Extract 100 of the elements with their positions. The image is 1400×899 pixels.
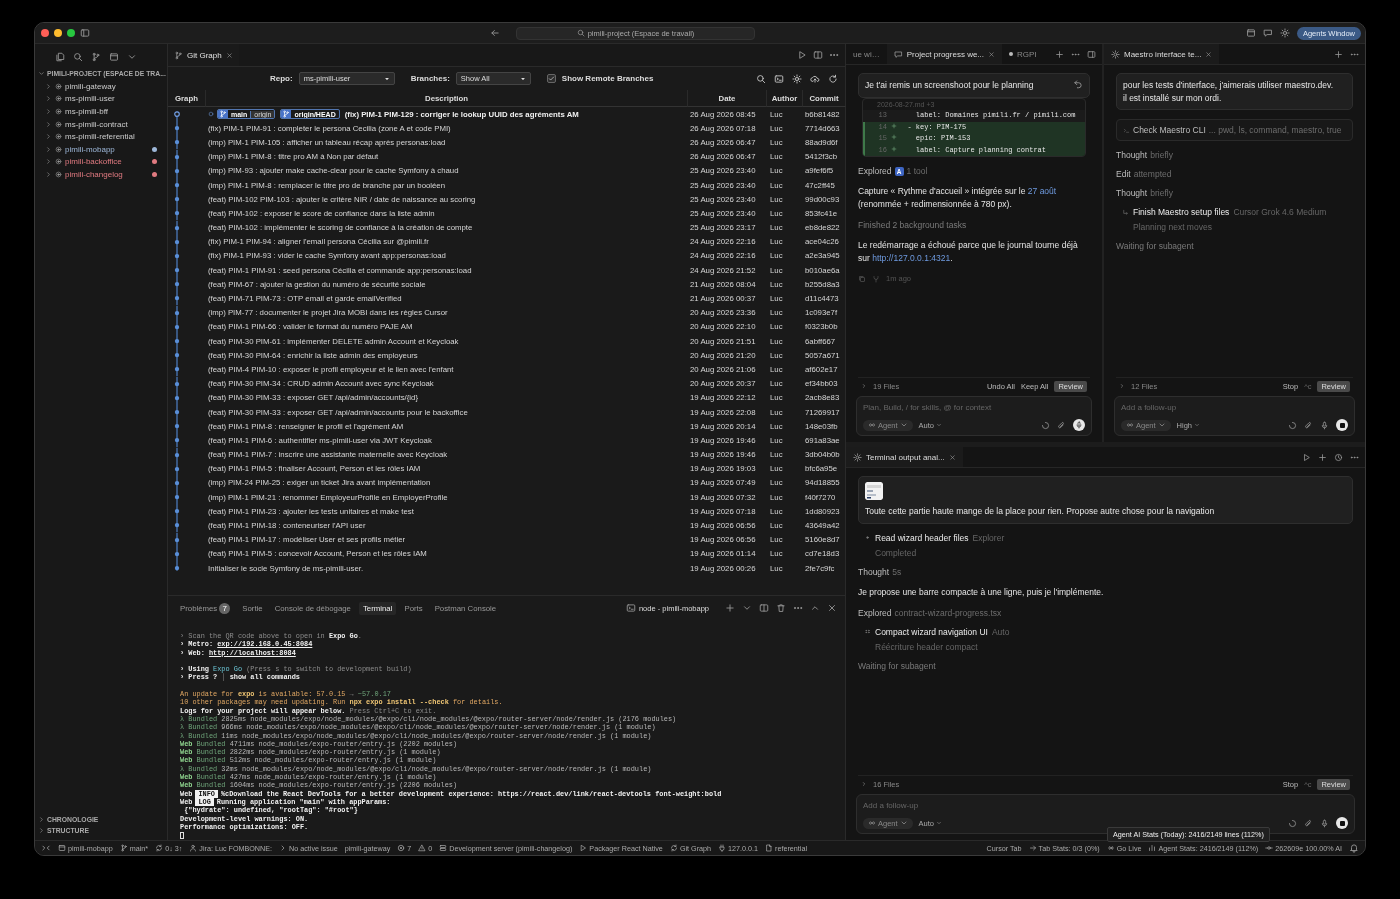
checkmark-icon bbox=[547, 75, 555, 82]
step-title: Thought bbox=[1116, 150, 1148, 160]
gear-icon[interactable] bbox=[1279, 28, 1290, 38]
agent-tab[interactable]: RGPI bbox=[1002, 44, 1044, 64]
chevron-down-icon[interactable] bbox=[127, 52, 137, 62]
link[interactable]: 27 août bbox=[1027, 186, 1057, 196]
message-text: Je t'ai remis un screenshoot pour le planning bbox=[865, 79, 1035, 92]
prompt-field[interactable]: Add a follow-up bbox=[863, 799, 1348, 812]
agent-tab[interactable]: Terminal output anal... bbox=[846, 447, 963, 467]
step-title: Explored bbox=[858, 166, 892, 176]
minimize-window-button[interactable] bbox=[54, 29, 62, 37]
folder-name[interactable]: ms-pimili-referential bbox=[65, 132, 167, 142]
paperclip-icon[interactable] bbox=[1057, 420, 1066, 430]
agent-tab[interactable]: ue wi… bbox=[846, 44, 887, 64]
panel-right-icon[interactable] bbox=[1087, 49, 1096, 59]
spinner-icon bbox=[1041, 420, 1050, 430]
close-window-button[interactable] bbox=[41, 29, 49, 37]
paperclip-icon[interactable] bbox=[1304, 420, 1313, 430]
task-title: Read wizard header files bbox=[875, 532, 969, 543]
bell-icon[interactable] bbox=[1349, 843, 1359, 853]
chat-icon[interactable] bbox=[1262, 28, 1273, 38]
plus-icon[interactable] bbox=[1334, 49, 1343, 59]
files-icon[interactable] bbox=[55, 52, 65, 62]
branch-icon bbox=[119, 844, 128, 852]
status-text: Finished 2 background tasks bbox=[858, 220, 968, 230]
folder-name[interactable]: pimili-changelog bbox=[65, 169, 149, 179]
paperclip-icon[interactable] bbox=[1304, 818, 1313, 828]
chevron-down-icon bbox=[936, 820, 943, 826]
tool-call-card[interactable]: Check Maestro CLI ... pwd, ls, command, maestro, true bbox=[1116, 119, 1353, 141]
split-icon[interactable] bbox=[813, 50, 823, 60]
checkbox-label: Show Remote Branches bbox=[561, 74, 654, 83]
status-text: Waiting for subagent bbox=[858, 660, 937, 671]
window-icon[interactable] bbox=[1245, 28, 1256, 38]
terminal-icon[interactable] bbox=[774, 73, 784, 84]
chevron-down-icon[interactable] bbox=[742, 603, 752, 613]
mic-icon bbox=[1075, 421, 1083, 429]
warning-icon bbox=[418, 844, 427, 852]
chevron-down-icon bbox=[1194, 422, 1201, 428]
close-icon[interactable] bbox=[827, 603, 837, 613]
step-detail: briefly bbox=[1150, 150, 1173, 160]
agent-tab[interactable]: Maestro interface te... bbox=[1104, 44, 1220, 64]
chevron-up-icon[interactable] bbox=[810, 603, 820, 613]
folder-name[interactable]: ms-pimili-bff bbox=[65, 107, 167, 116]
plus-icon[interactable] bbox=[1318, 452, 1327, 462]
close-icon[interactable] bbox=[988, 50, 996, 58]
angle-brackets-icon[interactable] bbox=[41, 843, 51, 853]
mic-button[interactable] bbox=[1073, 419, 1085, 431]
gear-icon bbox=[853, 452, 862, 462]
plus-icon bbox=[891, 122, 897, 129]
prompt-field[interactable]: Add a follow-up bbox=[1121, 401, 1348, 414]
branch-icon bbox=[174, 50, 183, 60]
plus-icon[interactable] bbox=[1055, 49, 1064, 59]
chevron-right-icon bbox=[279, 844, 287, 852]
sync-icon bbox=[155, 844, 164, 852]
arrow-right-icon bbox=[1028, 844, 1037, 852]
task-title: Compact wizard navigation UI bbox=[875, 626, 988, 637]
window-icon[interactable] bbox=[109, 52, 119, 62]
branch-icon bbox=[281, 110, 292, 119]
branch-icon[interactable] bbox=[91, 52, 101, 62]
spinner-icon bbox=[1288, 818, 1297, 828]
cursor bbox=[180, 832, 184, 840]
split-icon[interactable] bbox=[759, 603, 769, 613]
folder-name[interactable]: pimili-gateway bbox=[65, 81, 167, 91]
arrow-left-icon[interactable] bbox=[490, 28, 500, 38]
status-text: Waiting for subagent bbox=[1116, 241, 1195, 251]
close-icon[interactable] bbox=[1205, 50, 1213, 58]
branch-icon bbox=[218, 110, 228, 119]
trash-icon[interactable] bbox=[776, 603, 786, 613]
field-label: Branches: bbox=[410, 74, 450, 83]
error-icon bbox=[397, 844, 406, 852]
undo-icon[interactable] bbox=[1073, 79, 1083, 89]
chevron-down-icon bbox=[899, 421, 908, 429]
search-icon[interactable] bbox=[73, 52, 83, 62]
close-icon[interactable] bbox=[948, 453, 956, 461]
sub-arrow-icon bbox=[1122, 208, 1129, 216]
checkbox[interactable] bbox=[546, 74, 556, 83]
plus-icon[interactable] bbox=[725, 603, 735, 613]
close-icon[interactable] bbox=[225, 51, 233, 59]
folder-name[interactable]: pimili-backoffice bbox=[65, 157, 149, 167]
gear-icon[interactable] bbox=[792, 73, 802, 84]
agent-tab[interactable]: Project progress we... bbox=[886, 44, 1003, 64]
play-icon[interactable] bbox=[797, 50, 807, 60]
caret-down-icon bbox=[383, 75, 390, 82]
folder-name[interactable]: ms-pimili-user bbox=[65, 94, 167, 104]
search-icon[interactable] bbox=[756, 73, 766, 84]
window-icon bbox=[58, 844, 66, 852]
stop-button[interactable] bbox=[1336, 817, 1348, 829]
play-icon bbox=[579, 844, 588, 852]
folder-name[interactable]: ms-pimili-contract bbox=[65, 119, 167, 129]
stop-button[interactable] bbox=[1336, 419, 1348, 431]
mic-icon[interactable] bbox=[1320, 420, 1329, 430]
play-icon[interactable] bbox=[1302, 452, 1311, 462]
cloud-upload-icon[interactable] bbox=[810, 73, 820, 84]
zoom-window-button[interactable] bbox=[67, 29, 75, 37]
sidebar-icon[interactable] bbox=[80, 28, 90, 38]
folder-name[interactable]: pimili-mobapp bbox=[65, 144, 149, 154]
clock-icon[interactable] bbox=[1334, 452, 1343, 462]
step-title: Thought bbox=[858, 566, 890, 577]
mic-icon[interactable] bbox=[1320, 818, 1329, 828]
refresh-icon[interactable] bbox=[828, 73, 838, 84]
